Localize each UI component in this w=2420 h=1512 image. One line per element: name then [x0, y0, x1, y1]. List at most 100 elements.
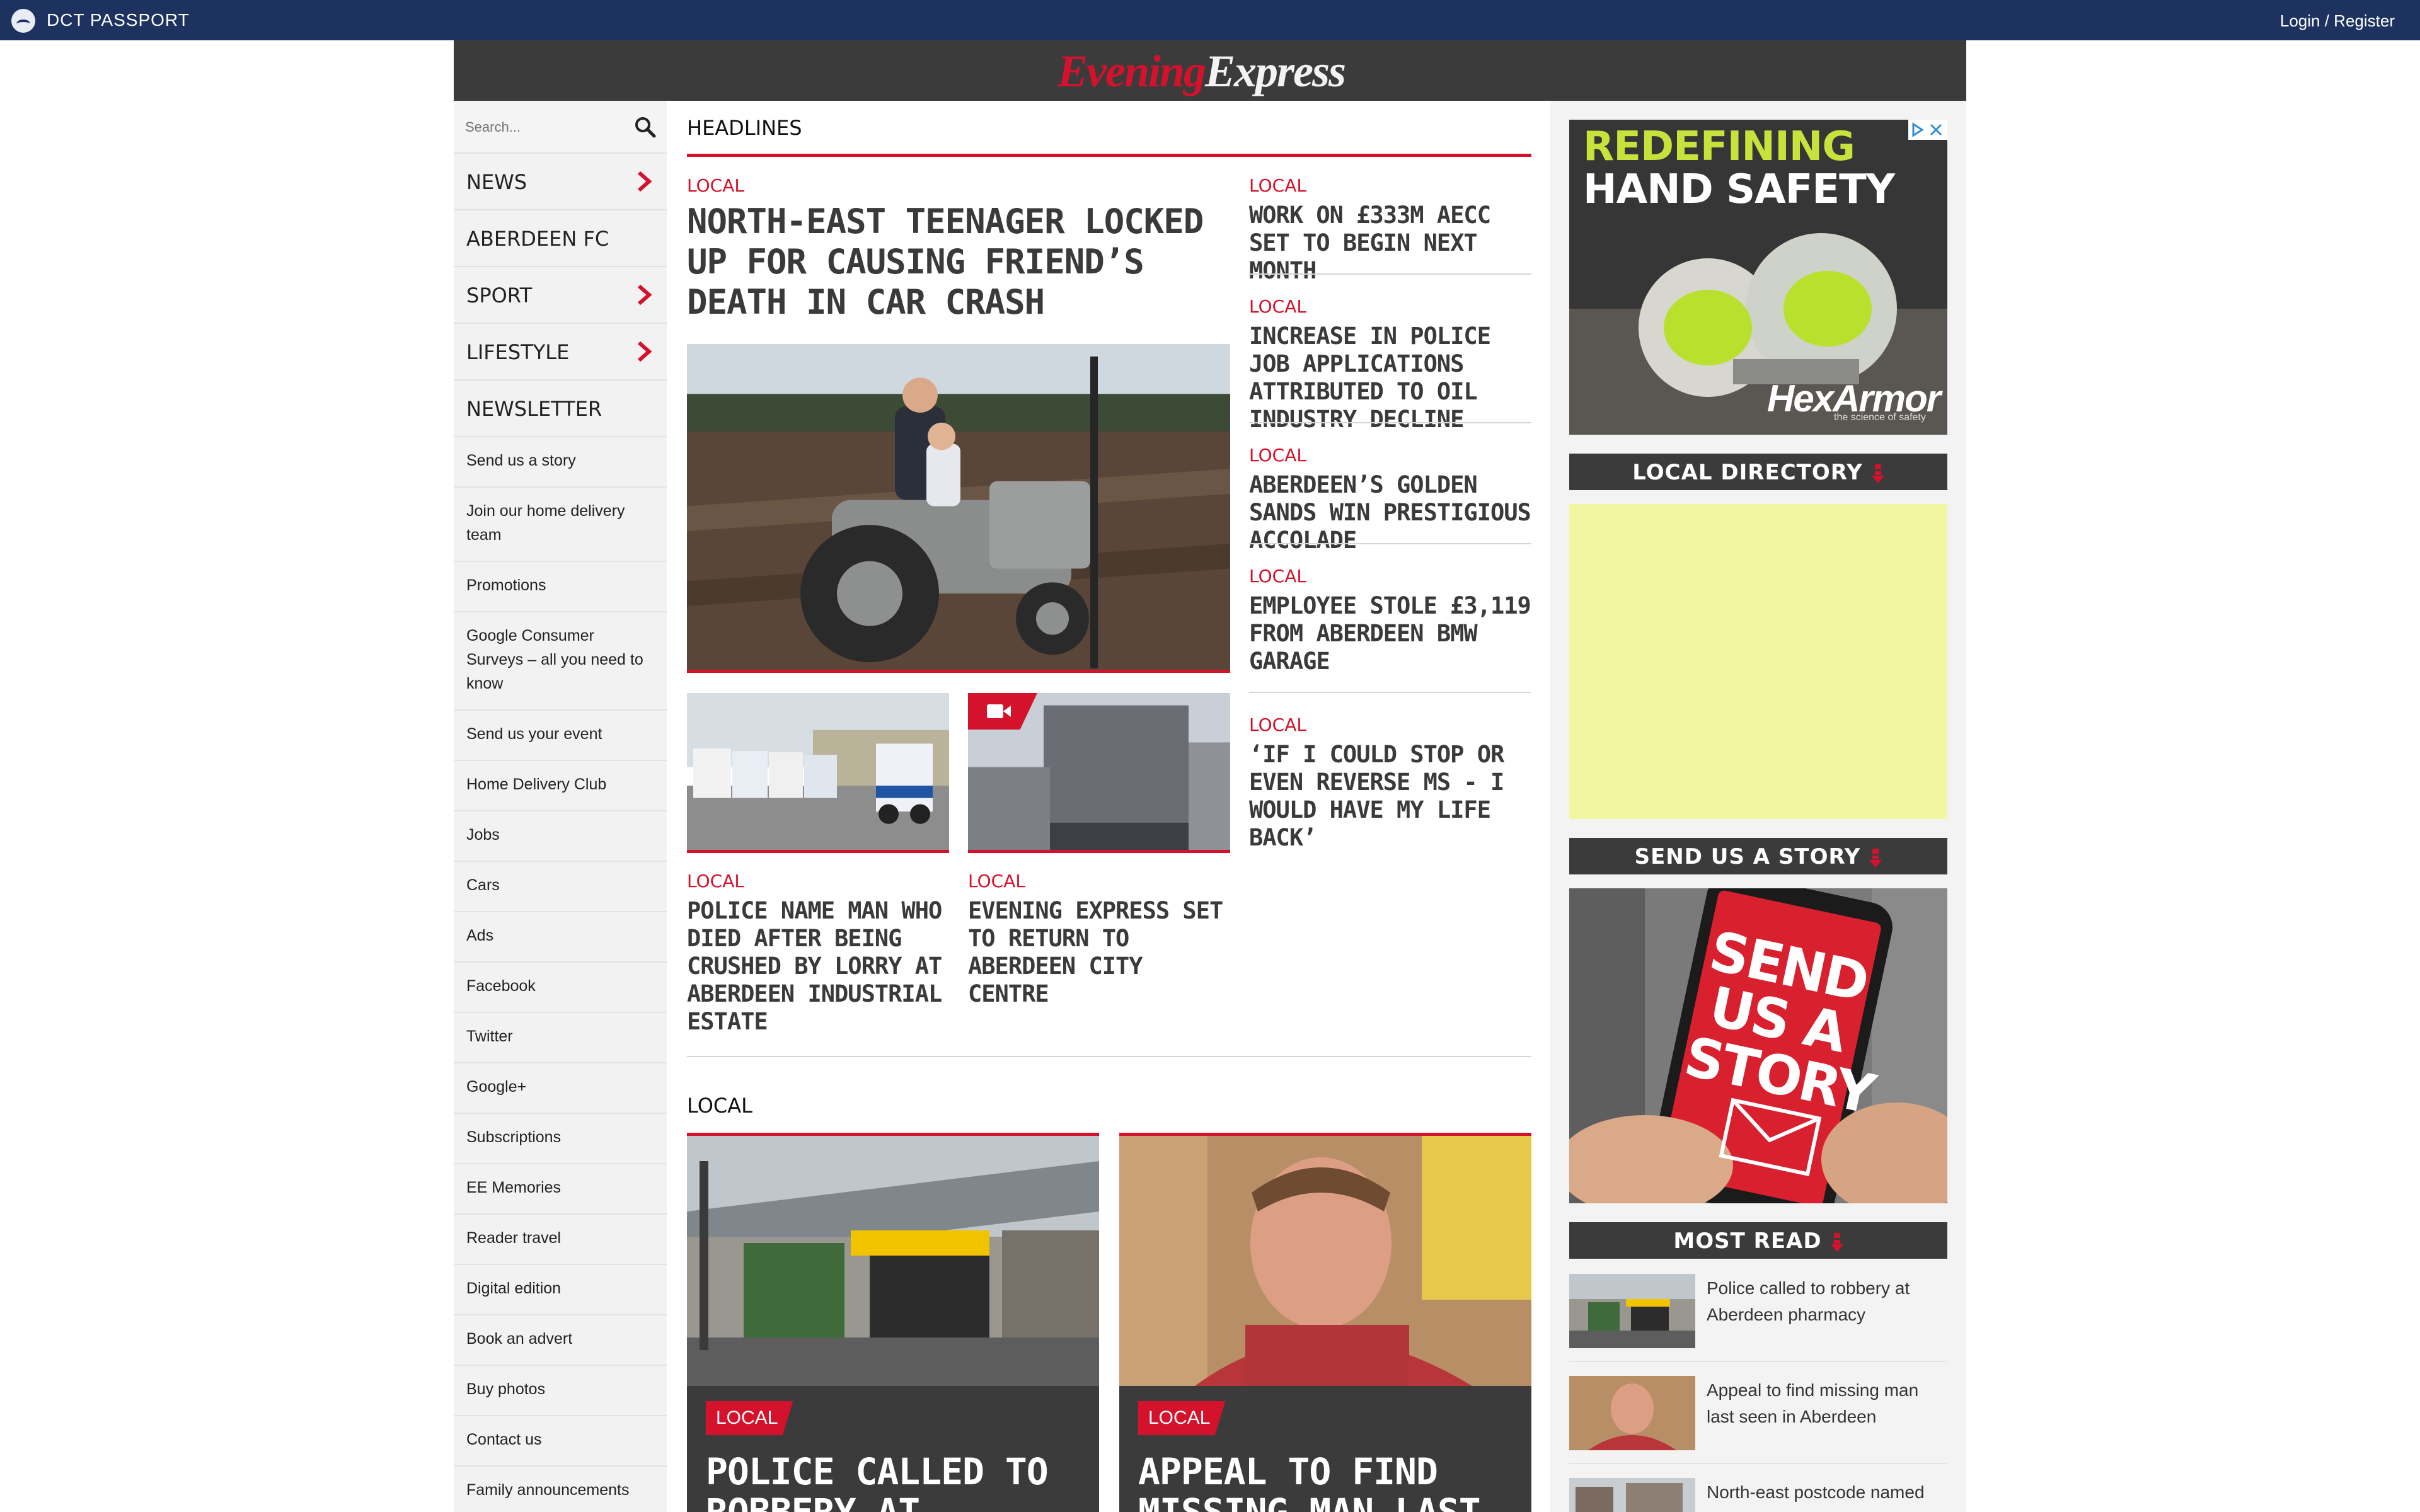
lead-headline[interactable]: North-east teenager locked up for causin… [687, 202, 1235, 323]
most-read-item[interactable]: North-east postcode named [1569, 1478, 1947, 1512]
ad-choices-icon [1912, 122, 1942, 137]
nav-link[interactable]: Subscriptions [454, 1114, 667, 1164]
nav-link-label: Digital edition [466, 1280, 562, 1297]
local-card-image-missing-man[interactable] [1119, 1136, 1531, 1386]
nav-link[interactable]: Buy photos [454, 1366, 667, 1416]
site-logo[interactable]: EveningExpress [1057, 45, 1346, 98]
most-read-item[interactable]: Appeal to find missing man last seen in … [1569, 1376, 1947, 1464]
nav-link[interactable]: Facebook [454, 963, 667, 1013]
nav-link[interactable]: Send us a story [454, 437, 667, 488]
nav-link[interactable]: EE Memories [454, 1164, 667, 1215]
passport-logo-icon[interactable] [11, 9, 35, 33]
advert-hexarmor[interactable]: REDEFINING HAND SAFETY HexArmor the scie… [1569, 120, 1947, 435]
story-ee-category[interactable]: LOCAL [968, 871, 1025, 891]
local-card-pharmacy[interactable]: LOCAL Police called to robbery at Aberde… [687, 1386, 1099, 1512]
nav-item-label: SPORT [466, 284, 533, 307]
local-card-image-pharmacy[interactable] [687, 1136, 1099, 1386]
logo-part-evening: Evening [1057, 46, 1206, 96]
nav-link-label: Ads [466, 927, 494, 944]
lead-category[interactable]: LOCAL [687, 175, 744, 196]
search-icon[interactable] [633, 115, 658, 140]
local-card-missing-man[interactable]: LOCAL Appeal to find missing man last se… [1119, 1386, 1531, 1512]
most-read-item[interactable]: Police called to robbery at Aberdeen pha… [1569, 1274, 1947, 1362]
lead-image[interactable] [687, 344, 1230, 673]
nav-link-label: Join our home delivery team [466, 502, 625, 544]
chevron-right-icon[interactable] [633, 170, 655, 193]
local-card-tag[interactable]: LOCAL [706, 1401, 793, 1435]
most-read-title[interactable]: Appeal to find missing man last seen in … [1707, 1377, 1946, 1430]
local-card-tag[interactable]: LOCAL [1138, 1401, 1226, 1435]
side-story-headline[interactable]: Work on £333m AECC set to begin next mon… [1249, 202, 1531, 285]
nav-link[interactable]: Send us your event [454, 711, 667, 761]
search-input[interactable] [465, 113, 623, 141]
nav-link[interactable]: Google Consumer Surveys – all you need t… [454, 612, 667, 711]
missing-man-photo [1119, 1136, 1531, 1386]
most-read-title[interactable]: Police called to robbery at Aberdeen pha… [1707, 1275, 1946, 1328]
local-directory-panel[interactable] [1569, 504, 1947, 819]
side-story-category[interactable]: LOCAL [1249, 175, 1306, 196]
local-heading: LOCAL [687, 1094, 752, 1118]
story-image-lorry[interactable] [687, 693, 949, 853]
nav-link-label: Book an advert [466, 1330, 573, 1348]
nav-link-label: Cars [466, 876, 500, 894]
side-story-category[interactable]: LOCAL [1249, 296, 1306, 317]
story-image-building[interactable] [968, 693, 1230, 853]
nav-link-label: Twitter [466, 1028, 513, 1045]
side-story-headline[interactable]: Aberdeen’s golden sands win prestigious … [1249, 471, 1531, 554]
send-story-header[interactable]: SEND US A STORY [1569, 838, 1947, 874]
down-arrow-icon [1871, 464, 1884, 483]
nav-link-label: Buy photos [466, 1380, 546, 1398]
nav-link[interactable]: Promotions [454, 562, 667, 612]
chevron-right-icon[interactable] [633, 284, 655, 306]
nav-link[interactable]: Home Delivery Club [454, 761, 667, 811]
most-read-thumb[interactable] [1569, 1376, 1695, 1450]
ad-choices[interactable] [1908, 120, 1947, 140]
story-ee-headline[interactable]: Evening Express set to return to Aberdee… [968, 897, 1230, 1008]
nav-link[interactable]: Twitter [454, 1013, 667, 1063]
ad-headline-2: HAND SAFETY [1583, 166, 1895, 213]
side-story-category[interactable]: LOCAL [1249, 566, 1306, 587]
nav-link[interactable]: Family announcements [454, 1467, 667, 1512]
headlines-heading: HEADLINES [687, 116, 802, 140]
passport-title[interactable]: DCT PASSPORT [47, 10, 190, 30]
chevron-right-icon[interactable] [633, 340, 655, 363]
nav-item-sport[interactable]: SPORT [454, 267, 667, 324]
nav-link[interactable]: Cars [454, 862, 667, 912]
nav-link-label: Google+ [466, 1078, 527, 1096]
nav-link[interactable]: Join our home delivery team [454, 488, 667, 562]
nav-link[interactable]: Contact us [454, 1416, 667, 1467]
side-story-headline[interactable]: Increase in police job applications attr… [1249, 323, 1531, 433]
nav-link-label: Facebook [466, 977, 536, 995]
side-story-headline[interactable]: Employee stole £3,119 from Aberdeen BMW … [1249, 592, 1531, 675]
nav-link[interactable]: Jobs [454, 811, 667, 862]
nav-link[interactable]: Reader travel [454, 1215, 667, 1265]
login-register-link[interactable]: Login / Register [2280, 11, 2395, 31]
story-lorry-category[interactable]: LOCAL [687, 871, 744, 891]
most-read-thumb[interactable] [1569, 1274, 1695, 1348]
nav-link[interactable]: Ads [454, 912, 667, 963]
local-card-title[interactable]: Appeal to find missing man last seen in … [1138, 1452, 1516, 1512]
nav-link[interactable]: Google+ [454, 1063, 667, 1114]
send-story-image[interactable]: SEND US A STORY [1569, 888, 1947, 1203]
nav-item-news[interactable]: NEWS [454, 154, 667, 210]
most-read-title[interactable]: North-east postcode named [1707, 1479, 1946, 1506]
nav-item-aberdeen-fc[interactable]: ABERDEEN FC [454, 210, 667, 267]
local-card-title[interactable]: Police called to robbery at Aberdeen pha… [706, 1452, 1084, 1512]
nav-link[interactable]: Digital edition [454, 1265, 667, 1315]
side-story-category[interactable]: LOCAL [1249, 714, 1306, 735]
side-story-category[interactable]: LOCAL [1249, 445, 1306, 466]
nav-item-newsletter[interactable]: NEWSLETTER [454, 381, 667, 437]
nav-item-lifestyle[interactable]: LIFESTYLE [454, 324, 667, 381]
nav-link-label: Jobs [466, 826, 500, 844]
story-lorry-headline[interactable]: Police name man who died after being cru… [687, 897, 949, 1036]
video-camera-icon [987, 704, 1011, 718]
most-read-header[interactable]: MOST READ [1569, 1222, 1947, 1259]
sidebar-nav: NEWSABERDEEN FCSPORTLIFESTYLENEWSLETTER … [454, 101, 667, 1512]
send-story-label: SEND US A STORY [1569, 844, 1947, 869]
nav-link[interactable]: Book an advert [454, 1315, 667, 1366]
search-box [454, 101, 667, 154]
most-read-thumb[interactable] [1569, 1478, 1695, 1512]
logo-part-express: Express [1205, 46, 1346, 96]
side-story-headline[interactable]: ‘If I could stop or even reverse MS - I … [1249, 741, 1531, 852]
local-directory-header[interactable]: LOCAL DIRECTORY [1569, 454, 1947, 490]
